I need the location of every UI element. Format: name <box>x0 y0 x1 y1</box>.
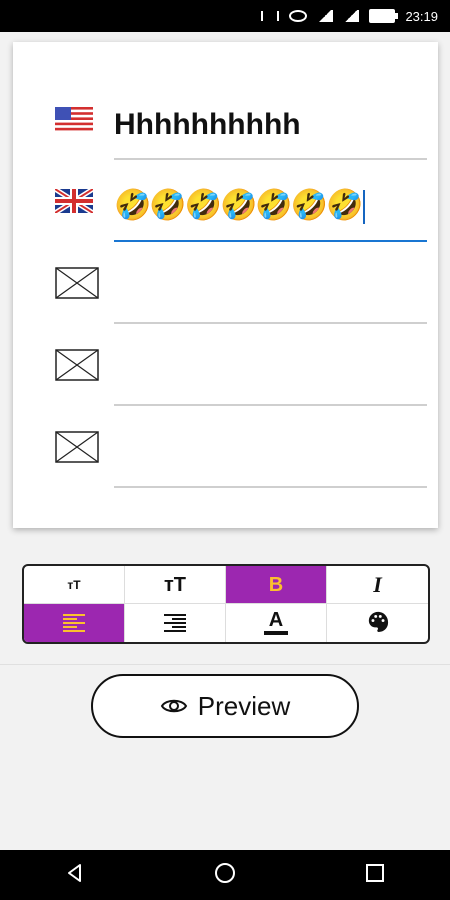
home-icon <box>214 862 236 888</box>
vibrate-icon <box>261 11 280 21</box>
translation-field-en-gb[interactable]: 🤣🤣🤣🤣🤣🤣🤣 <box>114 160 427 242</box>
translation-row-en-us: Hhhhhhhhhh <box>13 78 438 160</box>
font-color-icon: A <box>264 610 288 635</box>
eye-icon <box>289 10 308 22</box>
signal-icon <box>317 10 334 22</box>
translation-field-en-us[interactable]: Hhhhhhhhhh <box>114 78 427 160</box>
divider <box>0 664 450 665</box>
recents-button[interactable] <box>345 850 405 900</box>
text-caret <box>363 190 366 224</box>
text-size-small-icon: ᴛT <box>67 577 81 592</box>
translation-text: 🤣🤣🤣🤣🤣🤣🤣 <box>114 188 363 222</box>
home-button[interactable] <box>195 850 255 900</box>
missing-image-icon <box>55 349 99 381</box>
text-size-increase-button[interactable]: ᴛT <box>125 566 226 604</box>
translation-row-4 <box>13 324 438 406</box>
signal-icon <box>343 10 360 22</box>
status-time: 23:19 <box>405 8 438 24</box>
align-left-icon <box>63 614 85 632</box>
back-button[interactable] <box>45 850 105 900</box>
battery-icon <box>369 9 399 23</box>
text-size-big-icon: ᴛT <box>163 573 186 596</box>
uk-flag-icon <box>55 189 93 213</box>
align-left-button[interactable] <box>24 604 125 642</box>
translation-text: Hhhhhhhhhh <box>114 108 301 141</box>
align-right-button[interactable] <box>125 604 226 642</box>
translation-field-4[interactable] <box>114 324 427 406</box>
us-flag-icon <box>55 107 93 131</box>
translation-field-3[interactable] <box>114 242 427 324</box>
recents-icon <box>365 863 385 887</box>
font-color-button[interactable]: A <box>226 604 327 642</box>
translation-text-wrapper: 🤣🤣🤣🤣🤣🤣🤣 <box>114 188 427 224</box>
translation-row-5 <box>13 406 438 488</box>
preview-label: Preview <box>197 690 291 721</box>
field-underline <box>114 486 427 488</box>
text-size-decrease-button[interactable]: ᴛT <box>24 566 125 604</box>
bold-button[interactable]: B <box>226 566 327 604</box>
formatting-toolbar: ᴛT ᴛT B I A <box>22 564 430 644</box>
italic-icon: I <box>373 571 382 597</box>
preview-button[interactable]: Preview <box>91 674 359 738</box>
back-icon <box>65 863 85 887</box>
status-bar: 23:19 <box>0 0 450 32</box>
italic-button[interactable]: I <box>327 566 428 604</box>
bold-icon: B <box>268 573 284 596</box>
background-color-button[interactable] <box>327 604 428 642</box>
missing-image-icon <box>55 267 99 299</box>
translations-card: Hhhhhhhhhh 🤣🤣🤣🤣🤣🤣🤣 <box>13 42 438 528</box>
eye-icon <box>160 696 188 716</box>
missing-image-icon <box>55 431 99 463</box>
align-right-icon <box>164 614 186 632</box>
translation-row-en-gb: 🤣🤣🤣🤣🤣🤣🤣 <box>13 160 438 242</box>
translation-row-3 <box>13 242 438 324</box>
palette-icon <box>367 610 389 637</box>
translation-field-5[interactable] <box>114 406 427 488</box>
navigation-bar <box>0 850 450 900</box>
